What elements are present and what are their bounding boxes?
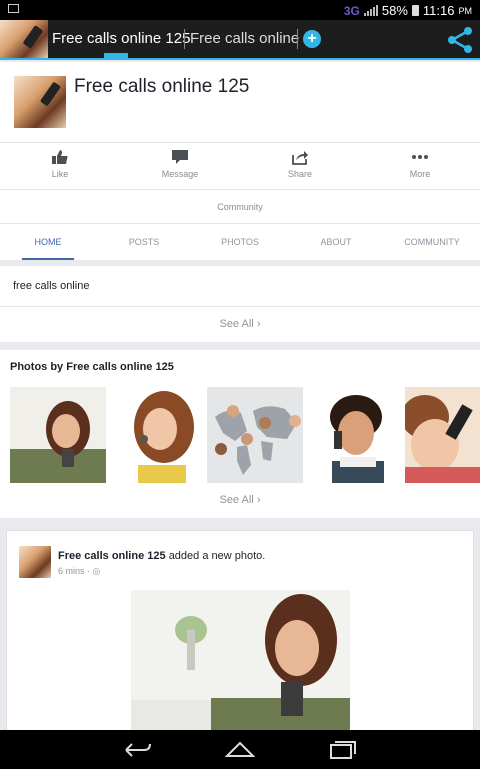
status-bar: 3G 58% 11:16 PM [0, 0, 480, 20]
notification-icon [8, 4, 19, 13]
photos-section-title: Photos by Free calls online 125 [10, 361, 174, 373]
share-icon[interactable] [446, 26, 474, 54]
clock: 11:16 [422, 3, 455, 18]
tab-divider [184, 29, 185, 49]
see-all-label: See All [219, 318, 254, 330]
message-button[interactable]: Message [140, 149, 220, 179]
signal-icon [363, 5, 378, 16]
tab-free-calls-online[interactable]: Free calls online [190, 20, 299, 58]
tab-posts[interactable]: POSTS [104, 224, 184, 260]
about-see-all-link[interactable]: See All › [0, 318, 480, 330]
message-label: Message [161, 169, 199, 179]
active-tab-indicator [104, 53, 128, 58]
like-button[interactable]: Like [20, 149, 100, 179]
screen: 3G 58% 11:16 PM Free calls online 125 Fr… [0, 0, 480, 769]
back-icon[interactable] [122, 738, 154, 760]
share-label: Share [287, 169, 313, 179]
public-globe-icon: · ◎ [87, 566, 101, 576]
navigation-bar [0, 730, 480, 769]
tab-home[interactable]: HOME [8, 224, 88, 260]
photo-thumbnail[interactable] [108, 387, 204, 483]
thumbs-up-icon [52, 150, 68, 164]
post-action-text: added a new photo. [168, 550, 266, 562]
post-header: Free calls online 125 added a new photo. [58, 550, 265, 562]
post-author-avatar[interactable] [19, 546, 51, 578]
post-photo[interactable] [131, 590, 350, 740]
photo-thumbnail[interactable] [306, 387, 402, 483]
action-bar: Free calls online 125 Free calls online … [0, 20, 480, 60]
more-label: More [409, 169, 431, 179]
page-title: Free calls online 125 [74, 76, 250, 97]
share-arrow-icon [292, 151, 308, 165]
status-bar-right: 3G 58% 11:16 PM [344, 3, 472, 18]
like-label: Like [51, 169, 69, 179]
add-tab-icon[interactable]: + [303, 30, 321, 48]
post-meta: 6 mins · ◎ [58, 566, 100, 577]
photo-thumbnail[interactable] [10, 387, 106, 483]
profile-picture[interactable] [14, 76, 66, 128]
page-actions: Like Message Share More [0, 142, 480, 190]
message-icon [172, 150, 188, 164]
post-author-name[interactable]: Free calls online 125 [58, 550, 166, 562]
clock-ampm: PM [458, 5, 473, 16]
battery-percent: 58% [381, 3, 408, 18]
chevron-right-icon: › [256, 318, 261, 330]
photo-thumbnail[interactable] [405, 387, 480, 483]
battery-icon [411, 5, 419, 16]
page-category[interactable]: Community [0, 190, 480, 224]
app-avatar[interactable] [0, 20, 48, 58]
page-header: Free calls online 125 [0, 62, 480, 142]
tab-divider [297, 29, 298, 49]
divider [0, 306, 480, 307]
photo-thumbnail[interactable] [207, 387, 303, 483]
about-description: free calls online [13, 280, 90, 292]
post-timestamp[interactable]: 6 mins [58, 566, 85, 576]
tab-community[interactable]: COMMUNITY [392, 224, 472, 260]
photos-see-all-link[interactable]: See All › [0, 494, 480, 506]
about-section: free calls online See All › [0, 266, 480, 342]
tab-home-indicator [22, 258, 74, 260]
network-type: 3G [343, 3, 360, 18]
share-button[interactable]: Share [260, 149, 340, 179]
home-icon[interactable] [224, 738, 256, 760]
chevron-right-icon: › [256, 494, 261, 506]
photos-section: Photos by Free calls online 125 See All … [0, 350, 480, 518]
page-tabs: HOME POSTS PHOTOS ABOUT COMMUNITY [0, 224, 480, 260]
more-dots-icon [412, 155, 428, 159]
tab-photos[interactable]: PHOTOS [200, 224, 280, 260]
more-button[interactable]: More [380, 149, 460, 179]
tab-about[interactable]: ABOUT [296, 224, 376, 260]
post-card: Free calls online 125 added a new photo.… [6, 530, 474, 740]
see-all-label: See All [219, 494, 254, 506]
recent-apps-icon[interactable] [327, 738, 359, 760]
